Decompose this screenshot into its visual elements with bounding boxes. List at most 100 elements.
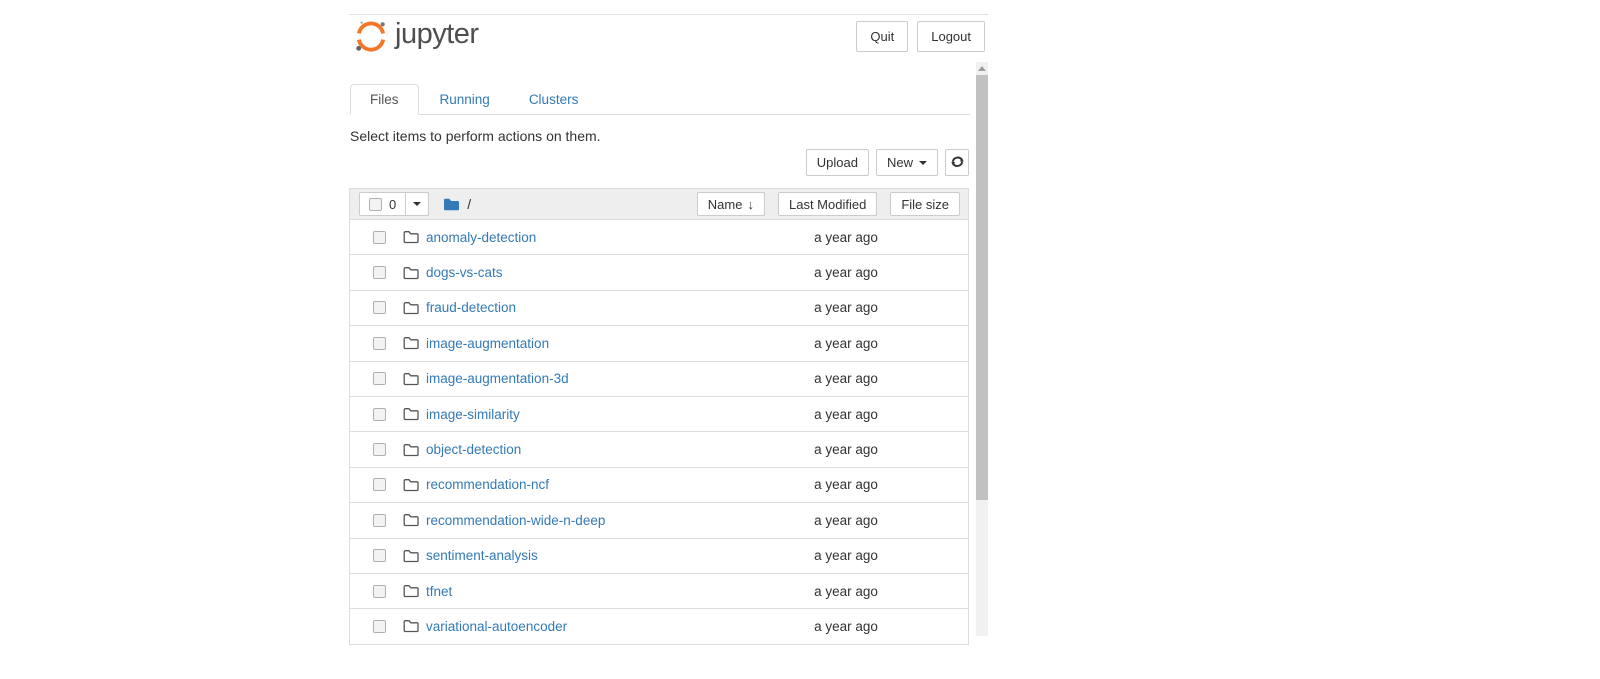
last-modified-value: a year ago [786, 584, 906, 599]
table-row: recommendation-wide-n-deep a year ago [350, 502, 968, 537]
new-dropdown-button[interactable]: New [876, 149, 938, 176]
table-row: image-augmentation a year ago [350, 325, 968, 360]
folder-outline-icon [403, 549, 419, 563]
row-checkbox[interactable] [373, 585, 386, 598]
jupyter-file-browser: jupyter Quit Logout Files Running Cluste… [349, 0, 989, 679]
last-modified-value: a year ago [786, 371, 906, 386]
listing-rows: anomaly-detection a year ago dogs-vs-cat… [350, 219, 968, 644]
top-divider [349, 14, 988, 15]
scroll-up-arrow-icon[interactable] [978, 66, 986, 71]
row-checkbox[interactable] [373, 478, 386, 491]
tab-files[interactable]: Files [350, 84, 419, 115]
row-checkbox[interactable] [373, 620, 386, 633]
quit-button[interactable]: Quit [856, 21, 908, 52]
tab-running[interactable]: Running [440, 85, 490, 114]
breadcrumb-root-folder[interactable] [443, 197, 460, 212]
row-checkbox[interactable] [373, 301, 386, 314]
folder-outline-icon [403, 301, 419, 315]
row-checkbox[interactable] [373, 266, 386, 279]
row-checkbox[interactable] [373, 408, 386, 421]
last-modified-value: a year ago [786, 442, 906, 457]
scrollbar-thumb[interactable] [976, 75, 988, 500]
last-modified-value: a year ago [786, 513, 906, 528]
last-modified-value: a year ago [786, 407, 906, 422]
select-items-message: Select items to perform actions on them. [350, 128, 601, 144]
refresh-icon [950, 155, 965, 170]
table-row: recommendation-ncf a year ago [350, 467, 968, 502]
select-all-group: 0 [359, 192, 429, 216]
sort-last-modified-button[interactable]: Last Modified [778, 192, 877, 216]
folder-link[interactable]: variational-autoencoder [426, 619, 567, 634]
folder-link[interactable]: fraud-detection [426, 300, 516, 315]
breadcrumb: / [467, 196, 471, 212]
folder-link[interactable]: image-similarity [426, 407, 520, 422]
row-checkbox[interactable] [373, 372, 386, 385]
folder-outline-icon [403, 372, 419, 386]
upload-button[interactable]: Upload [806, 149, 869, 176]
new-dropdown-label: New [887, 155, 913, 170]
table-row: anomaly-detection a year ago [350, 219, 968, 254]
folder-link[interactable]: sentiment-analysis [426, 548, 538, 563]
arrow-down-icon: ↓ [747, 197, 754, 212]
folder-outline-icon [403, 443, 419, 457]
row-checkbox[interactable] [373, 337, 386, 350]
sort-name-button[interactable]: Name ↓ [697, 192, 765, 216]
table-row: image-similarity a year ago [350, 396, 968, 431]
folder-link[interactable]: tfnet [426, 584, 452, 599]
sort-name-label: Name [708, 197, 743, 212]
file-listing: 0 / Name ↓ Last Modified [349, 188, 969, 645]
select-all-button[interactable]: 0 [359, 192, 406, 216]
folder-solid-icon [443, 197, 460, 212]
last-modified-value: a year ago [786, 619, 906, 634]
folder-outline-icon [403, 407, 419, 421]
table-row: object-detection a year ago [350, 431, 968, 466]
table-row: fraud-detection a year ago [350, 290, 968, 325]
content-area: Files Running Clusters Select items to p… [349, 62, 976, 654]
folder-outline-icon [403, 584, 419, 598]
table-row: image-augmentation-3d a year ago [350, 361, 968, 396]
last-modified-value: a year ago [786, 300, 906, 315]
jupyter-logo: jupyter [354, 19, 479, 53]
logout-button[interactable]: Logout [917, 21, 985, 52]
tab-clusters[interactable]: Clusters [529, 85, 579, 114]
table-row: dogs-vs-cats a year ago [350, 254, 968, 289]
row-checkbox[interactable] [373, 443, 386, 456]
table-row: variational-autoencoder a year ago [350, 608, 968, 643]
caret-down-icon [413, 202, 421, 206]
row-checkbox[interactable] [373, 231, 386, 244]
select-all-checkbox[interactable] [369, 198, 382, 211]
table-row: sentiment-analysis a year ago [350, 538, 968, 573]
caret-down-icon [919, 161, 927, 165]
folder-link[interactable]: object-detection [426, 442, 521, 457]
folder-outline-icon [403, 619, 419, 633]
last-modified-value: a year ago [786, 548, 906, 563]
logo-text: jupyter [395, 19, 479, 49]
folder-link[interactable]: recommendation-wide-n-deep [426, 513, 605, 528]
folder-link[interactable]: recommendation-ncf [426, 477, 549, 492]
folder-link[interactable]: image-augmentation [426, 336, 549, 351]
tab-bar: Files Running Clusters [350, 83, 970, 115]
last-modified-value: a year ago [786, 336, 906, 351]
action-toolbar: Upload New [349, 149, 969, 176]
last-modified-value: a year ago [786, 230, 906, 245]
folder-outline-icon [403, 513, 419, 527]
select-dropdown-button[interactable] [405, 192, 429, 216]
last-modified-value: a year ago [786, 477, 906, 492]
sort-file-size-button[interactable]: File size [890, 192, 960, 216]
folder-outline-icon [403, 230, 419, 244]
selected-count: 0 [389, 197, 396, 212]
folder-outline-icon [403, 478, 419, 492]
vertical-scrollbar[interactable] [976, 62, 988, 636]
listing-header: 0 / Name ↓ Last Modified [350, 189, 968, 219]
last-modified-value: a year ago [786, 265, 906, 280]
row-checkbox[interactable] [373, 514, 386, 527]
folder-outline-icon [403, 336, 419, 350]
row-checkbox[interactable] [373, 549, 386, 562]
folder-link[interactable]: anomaly-detection [426, 230, 536, 245]
folder-link[interactable]: image-augmentation-3d [426, 371, 569, 386]
refresh-button[interactable] [945, 149, 969, 176]
table-row: tfnet a year ago [350, 573, 968, 608]
folder-outline-icon [403, 266, 419, 280]
folder-link[interactable]: dogs-vs-cats [426, 265, 503, 280]
jupyter-logo-icon [354, 19, 388, 53]
